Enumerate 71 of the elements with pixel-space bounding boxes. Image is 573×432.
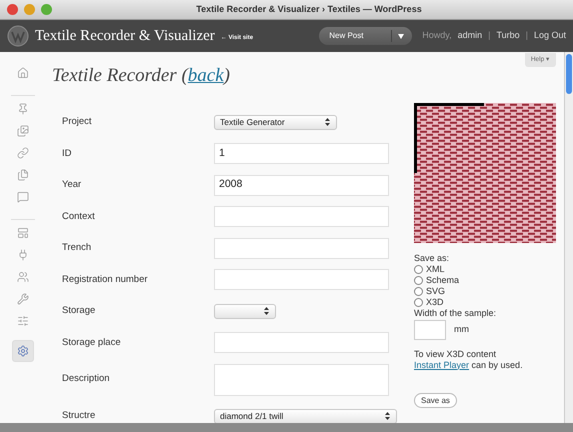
layout-icon [17,227,29,239]
select-arrows-icon [264,307,269,316]
minimize-button[interactable] [24,4,35,15]
unit-label: mm [454,324,469,335]
sliders-icon [17,315,29,327]
new-post-button[interactable]: New Post [319,27,412,45]
select-value: diamond 2/1 twill [220,410,284,423]
field-label: Storage [62,304,96,318]
select-dropdown[interactable]: Textile Generator [214,114,337,130]
radio-button[interactable] [414,286,423,296]
howdy-text: Howdy, [422,29,452,42]
save-as-label: Save as: [414,252,450,264]
home-icon [17,67,29,79]
separator: | [526,29,528,42]
back-link[interactable]: back [188,65,224,86]
link-icon [17,147,29,159]
sidebar-menu-item[interactable] [12,340,34,362]
instant-player-link[interactable]: Instant Player [414,360,470,370]
field-label: Description [62,372,111,386]
text-input[interactable] [214,238,389,259]
close-button[interactable] [7,4,18,15]
window-title: Textile Recorder & Visualizer › Textiles — WordPress [195,2,423,16]
text-input[interactable] [214,332,389,354]
radio-label: Schema [426,274,460,286]
text-input[interactable]: 2008 [214,174,389,196]
field-label: Year [62,178,82,192]
settings-icon [17,345,29,357]
width-input[interactable] [414,320,446,340]
radio-button[interactable] [414,264,423,274]
comment-icon [17,191,29,203]
field-label: Structre [62,409,96,424]
zoom-button[interactable] [41,4,52,15]
radio-button[interactable] [414,298,423,306]
pages-icon [17,169,29,181]
text-input[interactable] [214,269,389,290]
field-label: Registration number [62,272,149,287]
text-input[interactable]: 1 [214,143,389,164]
field-label: ID [62,146,72,161]
field-label: Context [62,210,96,224]
radio-label: SVG [426,286,446,296]
username-link[interactable]: admin [458,29,482,43]
separator: | [488,29,490,42]
select-arrows-icon [325,118,330,126]
site-title: Textile Recorder & Visualizer [35,26,215,46]
header-link[interactable]: Turbo [496,29,520,43]
select-arrows-icon [385,412,390,420]
radio-button[interactable] [414,276,423,284]
field-label: Project [62,115,93,130]
text-input[interactable] [214,206,389,228]
radio-label: XML [426,264,445,274]
dropdown-caret-icon [398,34,404,38]
width-label: Width of the sample: [414,308,498,318]
x3d-note: To view X3D content Instant Player can by used. [414,348,524,370]
select-dropdown[interactable] [214,304,276,319]
wrench-icon [17,293,29,305]
save-as-button[interactable]: Save as [414,392,457,408]
radio-label: X3D [426,296,444,308]
select-value: Textile Generator [220,116,285,129]
scroll-thumb[interactable] [566,54,572,94]
select-dropdown[interactable]: diamond 2/1 twill [214,408,397,424]
field-label: Storage place [62,336,122,350]
images-icon [17,125,29,137]
description-textarea[interactable] [214,364,389,396]
page-heading: Textile Recorder (back) [52,64,230,88]
plug-icon [17,249,29,261]
scrollbar[interactable] [564,52,573,423]
field-label: Trench [62,241,92,256]
wordpress-logo-icon [7,25,29,47]
header-link[interactable]: Log Out [534,29,566,43]
users-icon [17,271,29,283]
pushpin-icon [17,103,29,115]
